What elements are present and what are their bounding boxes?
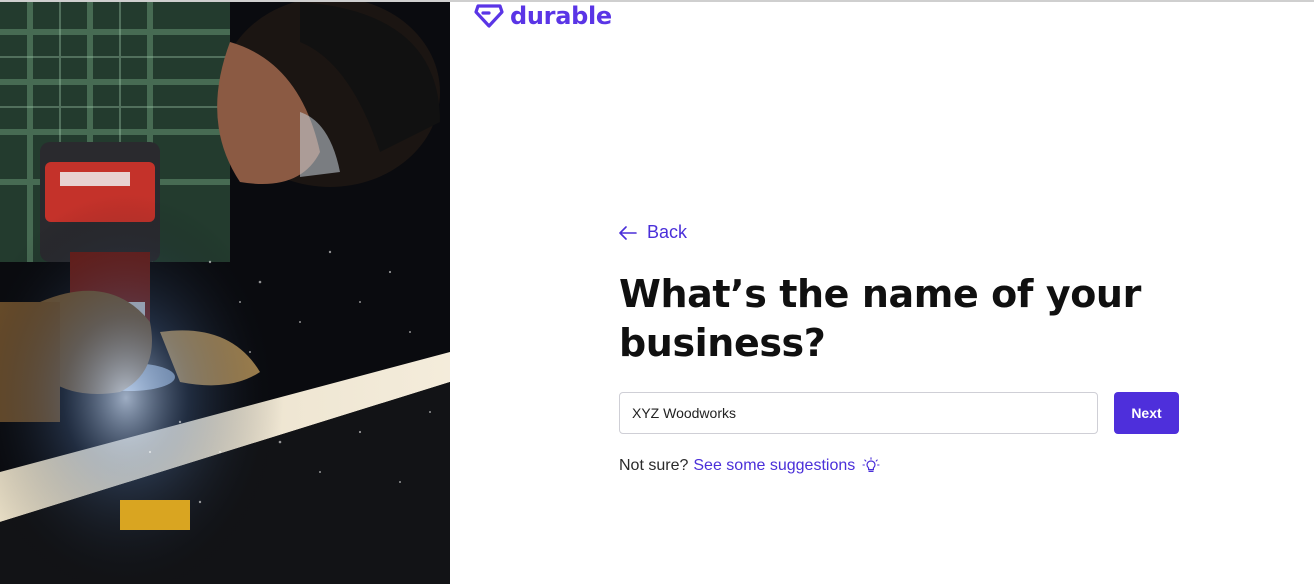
back-label: Back [647, 222, 688, 242]
durable-logo[interactable]: durable [474, 2, 612, 30]
craftsman-photo-illustration [0, 2, 450, 584]
hero-photo [0, 2, 450, 584]
next-button[interactable]: Next [1114, 392, 1179, 434]
see-suggestions-link[interactable]: See some suggestions [693, 457, 855, 475]
suggestions-row: Not sure? See some suggestions [619, 457, 880, 475]
lightbulb-icon[interactable] [862, 457, 880, 475]
arrow-left-icon [619, 225, 637, 240]
not-sure-text: Not sure? [619, 457, 689, 474]
durable-diamond-icon [474, 4, 504, 28]
business-name-input[interactable] [619, 392, 1098, 434]
back-button[interactable]: Back [619, 222, 687, 243]
page-title: What’s the name of your business? [619, 272, 1141, 365]
brand-name: durable [510, 2, 612, 30]
